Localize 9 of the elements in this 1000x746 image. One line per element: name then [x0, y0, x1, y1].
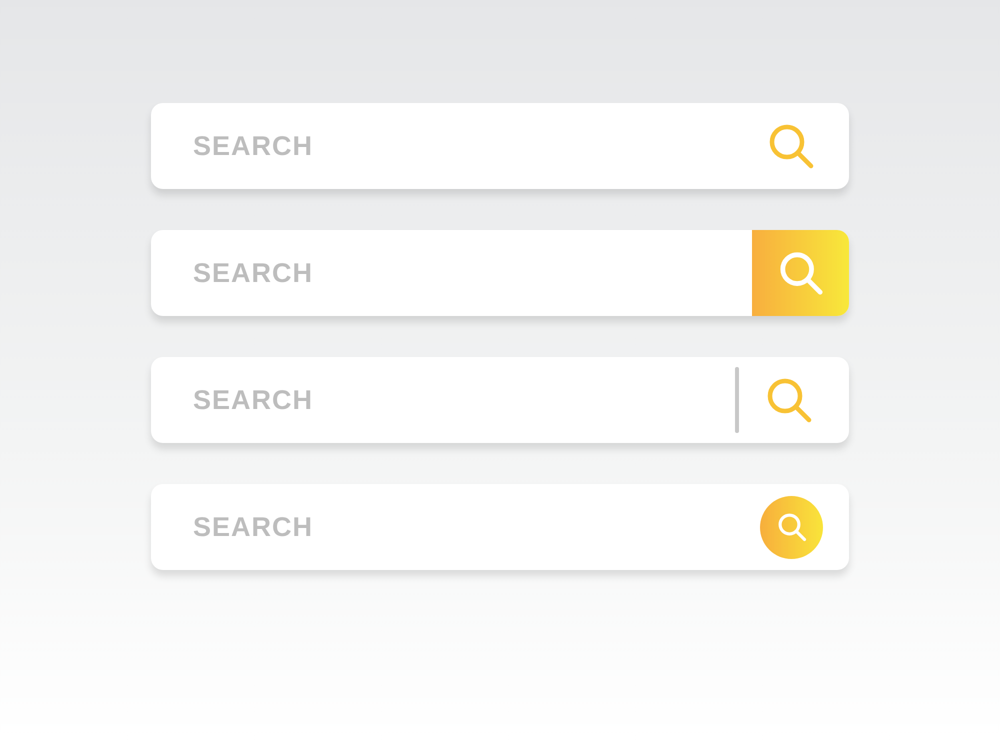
search-button[interactable]: [752, 230, 849, 316]
search-bar[interactable]: SEARCH: [151, 103, 849, 189]
search-icon[interactable]: [767, 122, 815, 170]
search-icon[interactable]: [765, 376, 813, 424]
search-field[interactable]: SEARCH: [151, 357, 735, 443]
search-bar[interactable]: SEARCH: [151, 357, 849, 443]
search-icon: [778, 250, 824, 296]
search-icon: [776, 512, 806, 542]
search-field[interactable]: SEARCH: [151, 103, 743, 189]
